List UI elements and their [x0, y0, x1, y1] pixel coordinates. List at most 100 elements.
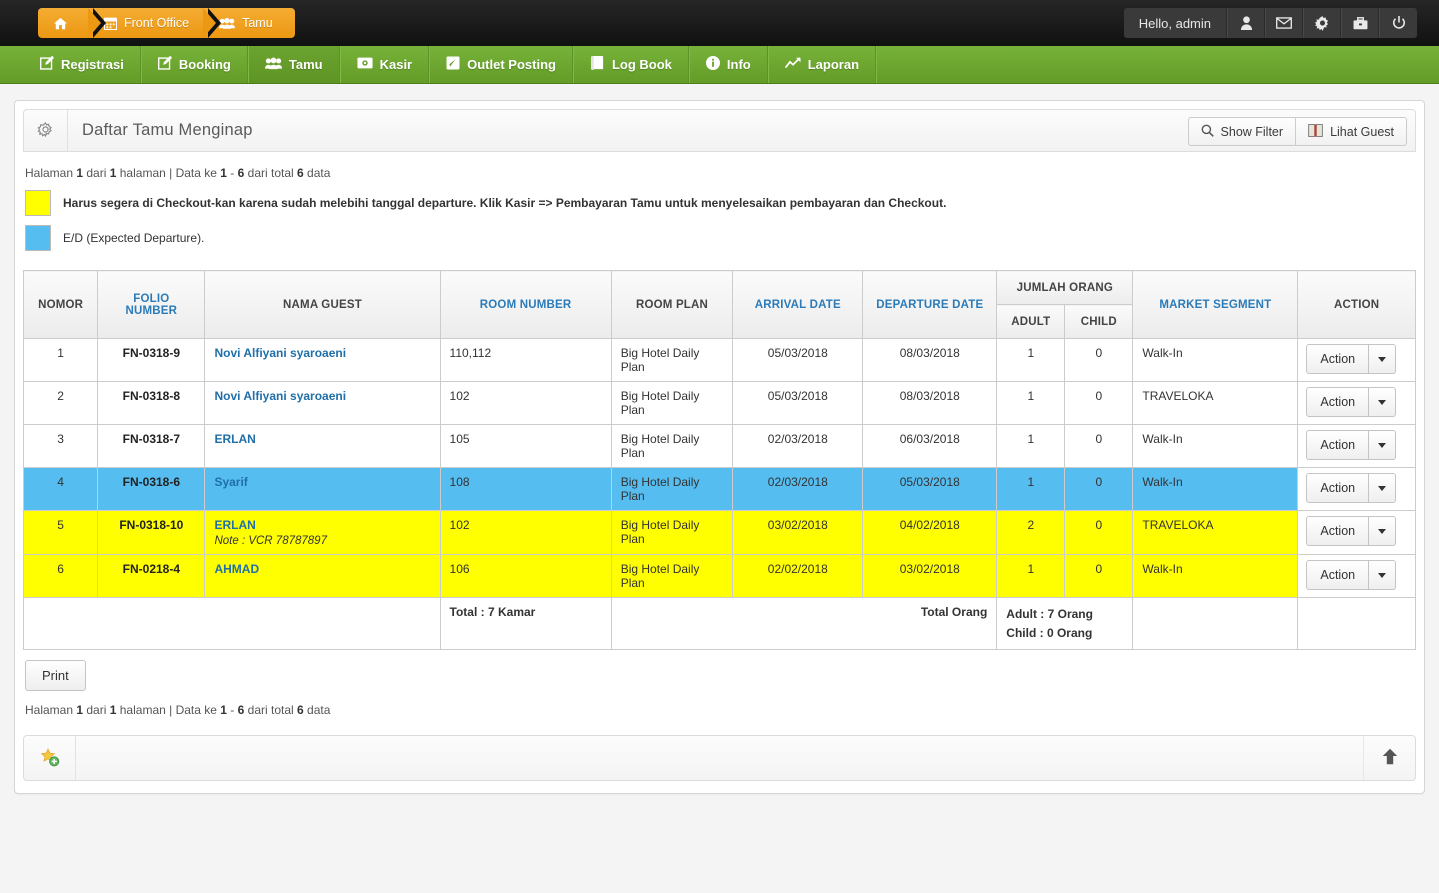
- nav-item-log-book[interactable]: Log Book: [572, 46, 689, 83]
- panel-header: Daftar Tamu Menginap Show Filter Lihat G…: [23, 109, 1416, 152]
- action-dropdown-toggle[interactable]: [1369, 387, 1397, 417]
- th-child: CHILD: [1064, 304, 1134, 339]
- nav-label: Info: [726, 57, 751, 72]
- nav-label: Laporan: [807, 57, 860, 72]
- cell-room-plan: Big Hotel Daily Plan: [610, 338, 734, 382]
- th-market-segment[interactable]: MARKET SEGMENT: [1132, 270, 1299, 339]
- th-room-number[interactable]: ROOM NUMBER: [439, 270, 612, 339]
- print-button[interactable]: Print: [25, 660, 86, 692]
- nav-item-registrasi[interactable]: Registrasi: [24, 46, 141, 83]
- cell-arrival: 05/03/2018: [732, 338, 864, 382]
- legend-swatch-yellow: [25, 190, 51, 216]
- action-button[interactable]: Action: [1306, 387, 1370, 417]
- nav-item-laporan[interactable]: Laporan: [767, 46, 877, 83]
- cell-action: Action: [1297, 554, 1416, 598]
- guest-name-link[interactable]: AHMAD: [214, 562, 259, 576]
- briefcase-icon[interactable]: [1341, 8, 1379, 38]
- guest-name-link[interactable]: ERLAN: [214, 432, 255, 446]
- cell-folio: FN-0318-7: [97, 424, 206, 468]
- action-dropdown-toggle[interactable]: [1369, 430, 1397, 460]
- bottom-toolbar: [23, 735, 1416, 782]
- th-nomor: NOMOR: [22, 270, 99, 339]
- power-icon[interactable]: [1379, 8, 1417, 38]
- pageinfo-dash: -: [226, 166, 238, 180]
- chevron-down-icon: [1378, 572, 1387, 578]
- nav-item-outlet-posting[interactable]: Outlet Posting: [429, 46, 573, 83]
- legend-item: Harus segera di Checkout-kan karena suda…: [25, 190, 1414, 216]
- cell-adult: 1: [996, 381, 1066, 425]
- lihat-guest-button[interactable]: Lihat Guest: [1296, 117, 1407, 146]
- pageinfo-suffix: data: [303, 166, 331, 180]
- nav-item-tamu[interactable]: Tamu: [247, 46, 340, 83]
- breadcrumb-home[interactable]: [38, 8, 106, 38]
- star-add-icon[interactable]: [24, 736, 76, 781]
- gear-icon: [24, 110, 68, 151]
- action-button-group: Action: [1306, 560, 1397, 590]
- legend-text: Harus segera di Checkout-kan karena suda…: [63, 196, 947, 210]
- scroll-to-top-button[interactable]: [1363, 736, 1415, 781]
- cell-folio: FN-0318-8: [97, 381, 206, 425]
- cell-folio: FN-0318-6: [97, 467, 206, 511]
- pagination-info-bottom: Halaman 1 dari 1 halaman | Data ke 1 - 6…: [15, 691, 1424, 721]
- action-button-group: Action: [1306, 430, 1397, 460]
- pageinfo-mid1: dari: [83, 166, 110, 180]
- nav-label: Outlet Posting: [467, 57, 556, 72]
- cell-departure: 05/03/2018: [862, 467, 998, 511]
- pageinfo-from: 1: [220, 166, 227, 180]
- guest-list-panel: Daftar Tamu Menginap Show Filter Lihat G…: [14, 100, 1425, 795]
- chart-icon: [784, 56, 801, 73]
- action-dropdown-toggle[interactable]: [1369, 473, 1397, 503]
- users-icon: [264, 57, 282, 73]
- footer-blank-left: [23, 596, 441, 651]
- arrow-up-icon: [1382, 748, 1398, 768]
- guest-name-link[interactable]: Syarif: [214, 475, 247, 489]
- show-filter-button[interactable]: Show Filter: [1187, 117, 1297, 146]
- th-arrival-date[interactable]: ARRIVAL DATE: [732, 270, 864, 339]
- table-body: 1 FN-0318-9 Novi Alfiyani syaroaeni 110,…: [22, 338, 1416, 598]
- th-adult: ADULT: [996, 304, 1066, 339]
- th-folio-number[interactable]: FOLIO NUMBER: [97, 270, 206, 339]
- action-dropdown-toggle[interactable]: [1369, 560, 1397, 590]
- cell-room-number: 105: [439, 424, 612, 468]
- cell-child: 0: [1064, 424, 1134, 468]
- th-departure-date[interactable]: DEPARTURE DATE: [862, 270, 998, 339]
- cell-room-plan: Big Hotel Daily Plan: [610, 381, 734, 425]
- chevron-down-icon: [1378, 356, 1387, 362]
- action-button[interactable]: Action: [1306, 344, 1370, 374]
- breadcrumb-label: Front Office: [124, 16, 190, 30]
- pageinfo-mid2: halaman | Data ke: [116, 703, 221, 718]
- cell-nomor: 4: [22, 467, 99, 511]
- footer-child-total: Child : 0 Orang: [1006, 625, 1093, 640]
- action-button[interactable]: Action: [1306, 473, 1370, 503]
- gear-icon[interactable]: [1303, 8, 1341, 38]
- action-button[interactable]: Action: [1306, 430, 1370, 460]
- table-row: 5 FN-0318-10 ERLAN Note : VCR 78787897 1…: [22, 510, 1416, 555]
- nav-item-kasir[interactable]: Kasir: [339, 46, 430, 83]
- cell-arrival: 05/03/2018: [732, 381, 864, 425]
- main-nav: Registrasi Booking Tamu Kasir Outlet Pos…: [0, 46, 1439, 84]
- legend-swatch-blue: [25, 225, 51, 251]
- action-button[interactable]: Action: [1306, 560, 1370, 590]
- guest-name-link[interactable]: Novi Alfiyani syaroaeni: [214, 346, 346, 360]
- action-button[interactable]: Action: [1306, 516, 1370, 546]
- table-header-row-1: NOMOR FOLIO NUMBER NAMA GUEST ROOM NUMBE…: [22, 270, 1416, 339]
- table-footer: Total : 7 Kamar Total Orang Adult : 7 Or…: [23, 596, 1416, 651]
- page-title: Daftar Tamu Menginap: [82, 121, 253, 139]
- th-action: ACTION: [1297, 270, 1416, 339]
- th-nama-guest: NAMA GUEST: [204, 270, 441, 339]
- user-menu: Hello, admin: [1123, 8, 1417, 38]
- guest-name-link[interactable]: ERLAN: [214, 518, 255, 532]
- user-icon[interactable]: [1227, 8, 1265, 38]
- pageinfo-total: 6: [297, 703, 304, 718]
- guest-name-link[interactable]: Novi Alfiyani syaroaeni: [214, 389, 346, 403]
- nav-item-info[interactable]: Info: [688, 46, 768, 83]
- action-dropdown-toggle[interactable]: [1369, 516, 1397, 546]
- cell-room-number: 108: [439, 467, 612, 511]
- cell-child: 0: [1064, 338, 1134, 382]
- action-button-group: Action: [1306, 516, 1397, 546]
- action-dropdown-toggle[interactable]: [1369, 344, 1397, 374]
- envelope-icon[interactable]: [1265, 8, 1303, 38]
- cell-market-segment: Walk-In: [1132, 467, 1299, 511]
- nav-item-booking[interactable]: Booking: [140, 46, 248, 83]
- cell-departure: 03/02/2018: [862, 554, 998, 598]
